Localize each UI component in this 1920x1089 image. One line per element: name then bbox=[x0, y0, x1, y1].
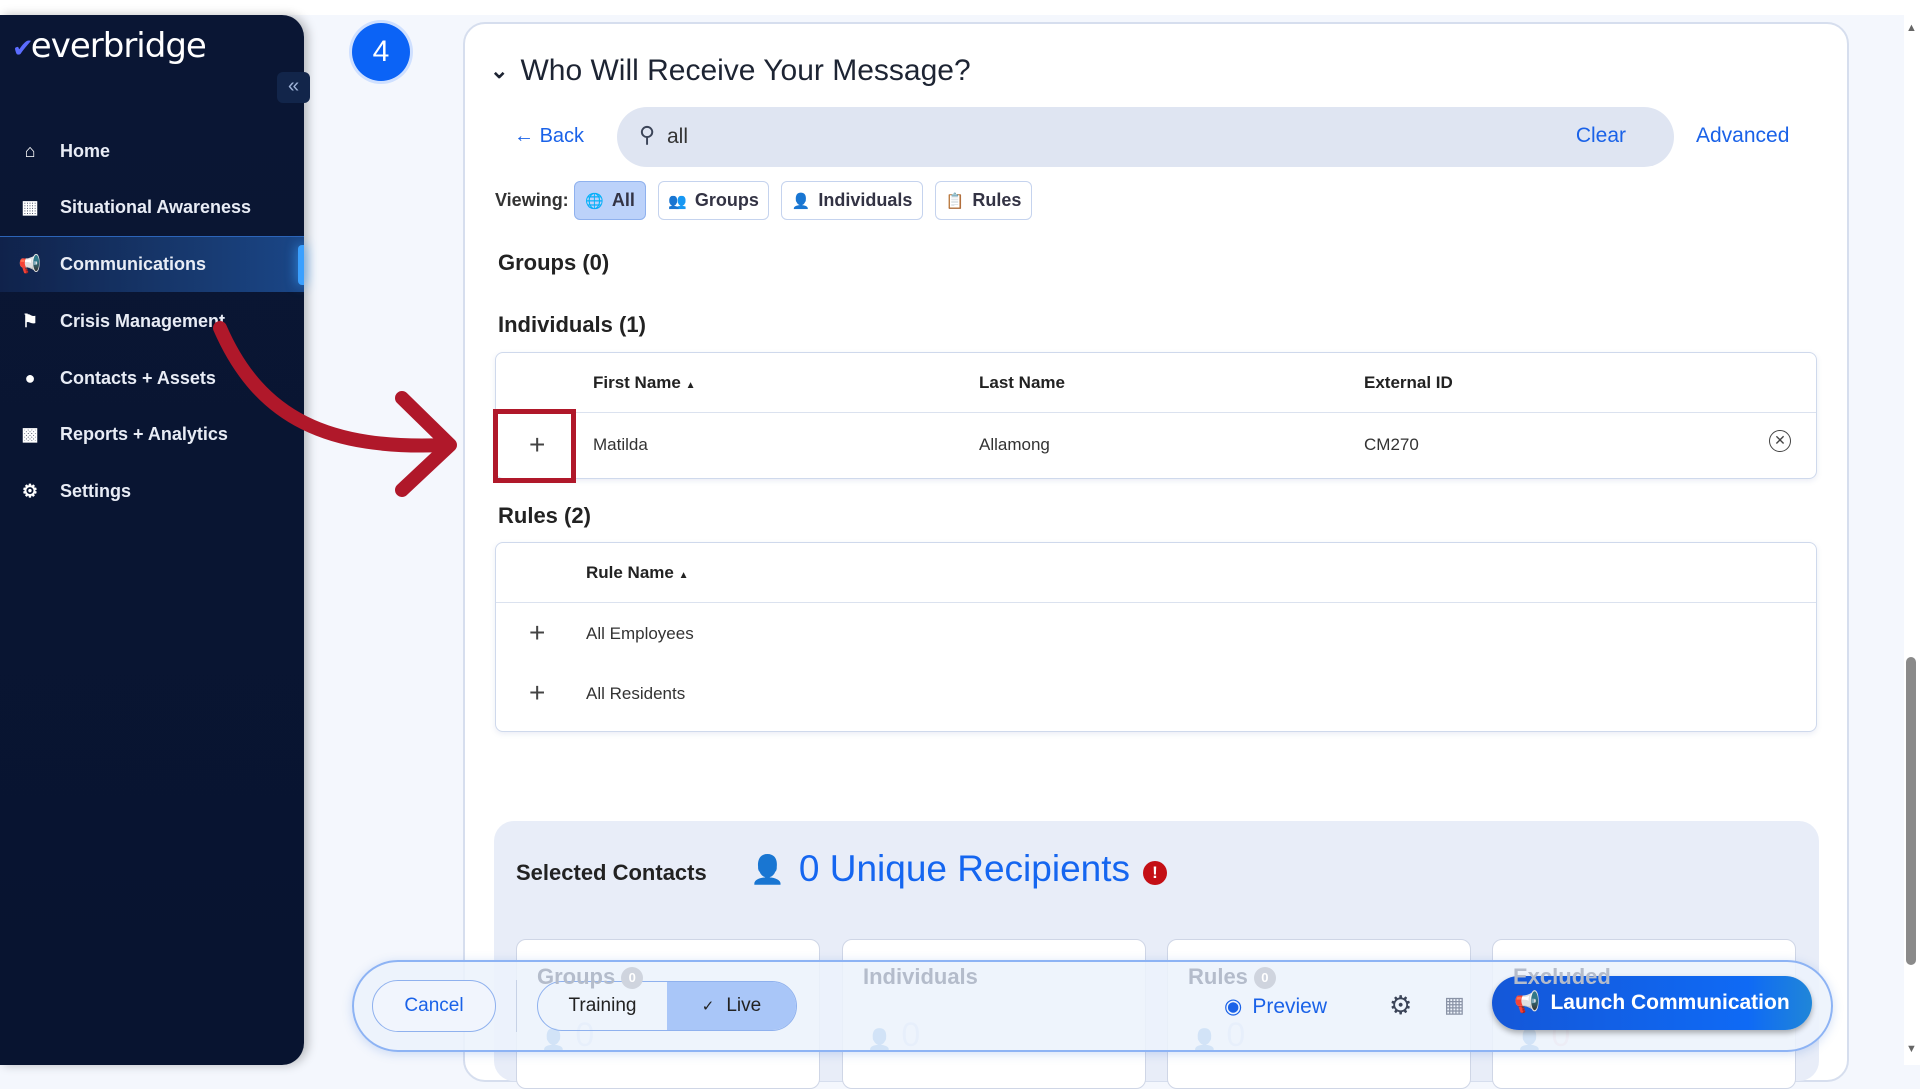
filter-label: Individuals bbox=[818, 190, 913, 210]
column-header-first-name[interactable]: First Name ▲ bbox=[593, 373, 696, 393]
sidebar-item-label: Communications bbox=[60, 254, 207, 274]
unique-recipients-count: 👤 0 Unique Recipients bbox=[750, 848, 1130, 890]
card-badge: 0 bbox=[621, 967, 644, 989]
sidebar-item-label: Reports + Analytics bbox=[60, 423, 228, 444]
cancel-button[interactable]: Cancel bbox=[372, 980, 496, 1032]
filter-all[interactable]: 🌐 All bbox=[574, 181, 646, 220]
sort-asc-icon: ▲ bbox=[685, 380, 696, 391]
sidebar-item-label: Contacts + Assets bbox=[60, 367, 216, 388]
clear-search-button[interactable]: Clear bbox=[1576, 124, 1626, 148]
section-title[interactable]: ⌄ Who Will Receive Your Message? bbox=[490, 54, 971, 88]
first-name-cell: Matilda bbox=[593, 435, 648, 454]
preview-label: Preview bbox=[1252, 994, 1328, 1018]
filter-label: Groups bbox=[694, 190, 759, 210]
column-header-rule-name[interactable]: Rule Name ▲ bbox=[586, 563, 689, 583]
calendar-icon[interactable]: ▦ bbox=[1444, 992, 1465, 1018]
user-outline-icon: 👤 bbox=[750, 853, 785, 885]
filter-groups[interactable]: 👥 Groups bbox=[658, 181, 769, 220]
chart-icon: ▩ bbox=[21, 423, 39, 444]
location-pin-icon: ● bbox=[24, 367, 36, 388]
column-header-external-id[interactable]: External ID bbox=[1364, 373, 1453, 393]
sidebar-item-settings[interactable]: ⚙ Settings bbox=[0, 463, 304, 519]
sidebar-item-reports-analytics[interactable]: ▩ Reports + Analytics bbox=[0, 406, 304, 462]
settings-gear-icon[interactable]: ⚙ bbox=[1389, 990, 1412, 1021]
sidebar-item-label: Settings bbox=[60, 480, 132, 501]
individuals-heading: Individuals (1) bbox=[498, 312, 646, 337]
map-icon: ▦ bbox=[21, 196, 39, 217]
users-icon: 👥 bbox=[668, 192, 687, 210]
filter-individuals[interactable]: 👤 Individuals bbox=[781, 181, 923, 220]
sidebar-item-label: Crisis Management bbox=[60, 310, 226, 331]
launch-label: Launch Communication bbox=[1550, 991, 1790, 1014]
eye-icon: ◉ bbox=[1224, 995, 1243, 1018]
step-number-badge: 4 bbox=[352, 23, 410, 81]
rules-table: Rule Name ▲ + All Employees + All Resident… bbox=[495, 542, 1817, 732]
preview-button[interactable]: ◉ Preview bbox=[1224, 994, 1327, 1019]
home-icon: ⌂ bbox=[24, 140, 36, 161]
crisis-icon: ⚑ bbox=[21, 310, 39, 331]
back-link[interactable]: ← Back bbox=[514, 125, 584, 148]
card-label: Rules bbox=[1188, 964, 1248, 989]
column-label: Rule Name bbox=[586, 563, 674, 582]
unique-recipients-text: 0 Unique Recipients bbox=[798, 848, 1131, 889]
card-label: Groups bbox=[537, 964, 616, 989]
chevron-down-icon: ⌄ bbox=[490, 58, 509, 83]
filter-rules[interactable]: 📋 Rules bbox=[935, 181, 1032, 220]
external-id-cell: CM270 bbox=[1364, 435, 1419, 454]
megaphone-icon: 📢 bbox=[18, 254, 42, 274]
selected-contacts-label: Selected Contacts bbox=[516, 860, 707, 885]
annotation-arrow-head bbox=[395, 391, 457, 497]
check-icon: ✓ bbox=[701, 998, 715, 1015]
filter-label: All bbox=[611, 190, 635, 210]
exclude-circle-x-icon[interactable]: ✕ bbox=[1769, 430, 1791, 452]
card-badge: 0 bbox=[1253, 967, 1276, 989]
scrollbar-thumb[interactable] bbox=[1906, 657, 1916, 965]
column-header-last-name[interactable]: Last Name bbox=[979, 373, 1065, 393]
sidebar-item-home[interactable]: ⌂ Home bbox=[0, 123, 304, 179]
section-title-text: Who Will Receive Your Message? bbox=[520, 54, 971, 87]
sidebar-item-communications[interactable]: 📢 Communications bbox=[0, 236, 304, 292]
back-label: Back bbox=[539, 125, 585, 147]
card-label: Excluded bbox=[1513, 964, 1611, 989]
rule-name-cell: All Residents bbox=[586, 684, 686, 703]
annotation-highlight-box bbox=[493, 409, 576, 483]
user-icon: 👤 bbox=[791, 192, 811, 210]
last-name-cell: Allamong bbox=[979, 435, 1050, 454]
sidebar-item-situational-awareness[interactable]: ▦ Situational Awareness bbox=[0, 179, 304, 235]
gear-icon: ⚙ bbox=[21, 480, 39, 501]
live-label: Live bbox=[726, 995, 762, 1016]
rule-name-cell: All Employees bbox=[586, 624, 694, 643]
scroll-down-arrow-icon[interactable]: ▼ bbox=[1906, 1043, 1917, 1055]
add-rule-button[interactable]: + bbox=[529, 617, 545, 649]
live-mode-button[interactable]: ✓ Live bbox=[667, 982, 796, 1030]
divider bbox=[516, 980, 517, 1032]
warning-icon[interactable]: ! bbox=[1143, 861, 1167, 885]
megaphone-icon: 📢 bbox=[1514, 991, 1541, 1014]
sidebar-item-label: Situational Awareness bbox=[60, 196, 252, 217]
column-label: First Name bbox=[593, 373, 681, 392]
top-strip bbox=[0, 0, 1920, 15]
scroll-up-arrow-icon[interactable]: ▲ bbox=[1906, 22, 1917, 34]
sidebar-item-contacts-assets[interactable]: ● Contacts + Assets bbox=[0, 350, 304, 406]
viewing-label: Viewing: bbox=[495, 190, 569, 210]
everbridge-logo[interactable]: ✔everbridge bbox=[12, 26, 207, 66]
collapse-sidebar-button[interactable]: « bbox=[277, 72, 310, 103]
add-rule-button[interactable]: + bbox=[529, 677, 545, 709]
individuals-table: First Name ▲ Last Name External ID + Mat… bbox=[495, 352, 1817, 479]
sidebar-item-label: Home bbox=[60, 140, 111, 161]
advanced-search-link[interactable]: Advanced bbox=[1696, 124, 1789, 148]
groups-heading: Groups (0) bbox=[498, 250, 610, 275]
rules-heading: Rules (2) bbox=[498, 503, 591, 528]
search-icon: ⚲ bbox=[639, 122, 656, 147]
search-bar: ⚲ Clear bbox=[617, 107, 1674, 167]
globe-icon: 🌐 bbox=[585, 192, 604, 210]
card-label: Individuals bbox=[863, 964, 978, 989]
sidebar-item-crisis-management[interactable]: ⚑ Crisis Management bbox=[0, 293, 304, 349]
search-input[interactable] bbox=[667, 121, 1517, 153]
filter-label: Rules bbox=[972, 190, 1022, 210]
sort-asc-icon: ▲ bbox=[678, 570, 689, 581]
double-chevron-left-icon: « bbox=[287, 75, 300, 97]
clipboard-icon: 📋 bbox=[945, 192, 965, 210]
arrow-left-icon: ← bbox=[514, 125, 534, 147]
